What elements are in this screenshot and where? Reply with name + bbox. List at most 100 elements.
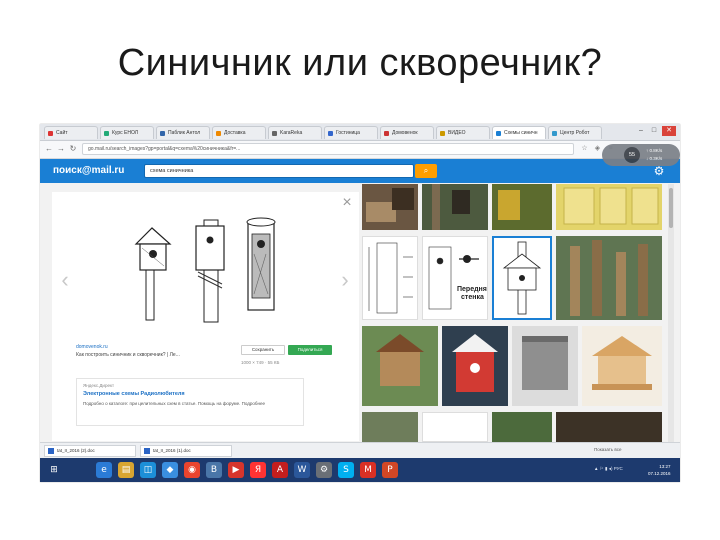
clock[interactable]: 13:27 07.12.2016 [648, 463, 671, 477]
search-input[interactable]: схема синичника [144, 164, 414, 178]
result-thumbnail[interactable] [512, 326, 578, 406]
download-item[interactable]: tat_II_2016 (2).doc [44, 445, 136, 457]
tab-label: Схемы синичн [504, 130, 538, 136]
minimize-button[interactable]: – [636, 126, 646, 136]
ad-text: Подробно о каталоге: при целительных схе… [83, 401, 265, 406]
browser-tab[interactable]: Курс ЕНОЛ [100, 126, 154, 139]
tab-label: Домовенок [392, 130, 418, 136]
gear-icon[interactable]: ⚙ [652, 164, 666, 178]
folder-icon[interactable]: ▤ [118, 462, 134, 478]
back-icon[interactable]: ← [44, 144, 54, 154]
download-item[interactable]: tat_II_2016 (1).doc [140, 445, 232, 457]
reload-icon[interactable]: ↻ [68, 144, 78, 154]
ad-title-link[interactable]: Электронные схемы Радиолюбителя [83, 391, 185, 397]
result-thumbnail-selected[interactable] [492, 236, 552, 320]
site-logo[interactable]: поиск@mail.ru [53, 165, 124, 177]
settings-app-icon[interactable]: ⚙ [316, 462, 332, 478]
result-thumbnail[interactable] [556, 236, 662, 320]
tab-favicon-icon [440, 131, 445, 136]
gmail-icon[interactable]: M [360, 462, 376, 478]
birdhouse-diagram-image[interactable] [130, 214, 282, 326]
ad-label: Яндекс.Директ [83, 383, 115, 388]
scrollbar-thumb[interactable] [669, 188, 673, 228]
tab-favicon-icon [552, 131, 557, 136]
ie-icon[interactable]: e [96, 462, 112, 478]
store-icon[interactable]: ◫ [140, 462, 156, 478]
result-thumbnail[interactable] [492, 412, 552, 442]
close-icon[interactable]: × [340, 195, 354, 211]
result-thumbnail[interactable] [422, 184, 488, 230]
next-arrow-icon[interactable]: › [338, 268, 352, 292]
tab-label: Сайт [56, 130, 68, 136]
search-button[interactable]: ⌕ [415, 164, 437, 178]
close-window-button[interactable]: ✕ [662, 126, 676, 136]
result-thumbnail[interactable] [422, 412, 488, 442]
url-input[interactable]: go.mail.ru/search_images?gp=portal&q=cxe… [82, 143, 574, 155]
forward-icon[interactable]: → [56, 144, 66, 154]
image-source-link[interactable]: domovenok.ru [76, 344, 108, 350]
result-thumbnail[interactable] [362, 326, 438, 406]
tab-favicon-icon [496, 131, 501, 136]
image-description[interactable]: Как построить синичник и скворечник? | Л… [76, 352, 180, 358]
downloads-bar: tat_II_2016 (2).doc tat_II_2016 (1).doc … [40, 442, 680, 459]
tab-label: Доставка [224, 130, 246, 136]
extension-icon[interactable]: ◈ [593, 144, 602, 153]
result-thumbnail[interactable] [442, 326, 508, 406]
browser-tab[interactable]: KaraReka [268, 126, 322, 139]
tab-favicon-icon [384, 131, 389, 136]
clock-date: 07.12.2016 [648, 471, 671, 476]
save-button[interactable]: Сохранить [241, 345, 285, 355]
acrobat-icon[interactable]: A [272, 462, 288, 478]
dropbox-icon[interactable]: ◆ [162, 462, 178, 478]
clock-time: 13:27 [659, 464, 671, 469]
svg-text:стенка: стенка [461, 294, 484, 301]
prev-arrow-icon[interactable]: ‹ [58, 268, 72, 292]
result-thumbnail[interactable] [362, 236, 418, 320]
vk-icon[interactable]: В [206, 462, 222, 478]
taskbar: ▲ ⚐ ▮ ◂) РУС 13:27 07.12.2016 e ▤ ◫ ◆ ◉ В ▶ Я A W… [40, 458, 680, 482]
browser-tab[interactable]: Сайт [44, 126, 98, 139]
browser-tab[interactable]: Схемы синичн [492, 126, 546, 139]
browser-tab[interactable]: Паблик Антол [156, 126, 210, 139]
result-thumbnail[interactable] [556, 184, 662, 230]
browser-tab[interactable]: Домовенок [380, 126, 434, 139]
image-viewer: × ‹ › domovenok.ru Как построить синични… [52, 192, 359, 441]
word-icon[interactable]: W [294, 462, 310, 478]
chrome-icon[interactable]: ◉ [184, 462, 200, 478]
ad-block[interactable]: Яндекс.Директ Электронные схемы Радиолюб… [76, 378, 304, 426]
result-thumbnail[interactable] [492, 184, 552, 230]
tab-favicon-icon [216, 131, 221, 136]
search-icon: ⌕ [423, 166, 429, 175]
download-label: tat_II_2016 (2).doc [57, 448, 95, 453]
star-icon[interactable]: ☆ [580, 144, 589, 153]
result-thumbnail[interactable]: Передня стенка [422, 236, 488, 320]
yandex-icon[interactable]: Я [250, 462, 266, 478]
tab-favicon-icon [272, 131, 277, 136]
address-bar: ← → ↻ go.mail.ru/search_images?gp=portal… [40, 141, 680, 159]
result-thumbnail[interactable] [362, 184, 418, 230]
result-thumbnail[interactable] [556, 412, 662, 442]
ppt-icon[interactable]: P [382, 462, 398, 478]
browser-tab[interactable]: Центр Робот [548, 126, 602, 139]
svg-text:Передня: Передня [457, 286, 487, 293]
share-button[interactable]: Поделиться [288, 345, 332, 355]
start-button[interactable]: ⊞ [46, 462, 62, 478]
tab-label: Курс ЕНОЛ [112, 130, 139, 136]
show-all-downloads-link[interactable]: Показать все [594, 447, 621, 452]
download-label: tat_II_2016 (1).doc [153, 448, 191, 453]
scrollbar[interactable] [668, 184, 674, 442]
browser-tab[interactable]: Доставка [212, 126, 266, 139]
media-icon[interactable]: ▶ [228, 462, 244, 478]
result-thumbnail[interactable] [582, 326, 662, 406]
result-thumbnail[interactable] [362, 412, 418, 442]
tab-bar: – □ ✕ Сайт Курс ЕНОЛ Паблик Антол Доставка K… [40, 124, 680, 141]
skype-icon[interactable]: S [338, 462, 354, 478]
upload-rate: ↑ 0.8K/s [646, 148, 663, 153]
system-tray[interactable]: ▲ ⚐ ▮ ◂) РУС [594, 466, 623, 472]
tab-favicon-icon [104, 131, 109, 136]
tab-label: ВИДЕО [448, 130, 466, 136]
maximize-button[interactable]: □ [649, 126, 659, 136]
site-header: поиск@mail.ru схема синичника ⌕ ⚙ [40, 159, 680, 183]
browser-tab[interactable]: ВИДЕО [436, 126, 490, 139]
browser-tab[interactable]: Гостиница [324, 126, 378, 139]
